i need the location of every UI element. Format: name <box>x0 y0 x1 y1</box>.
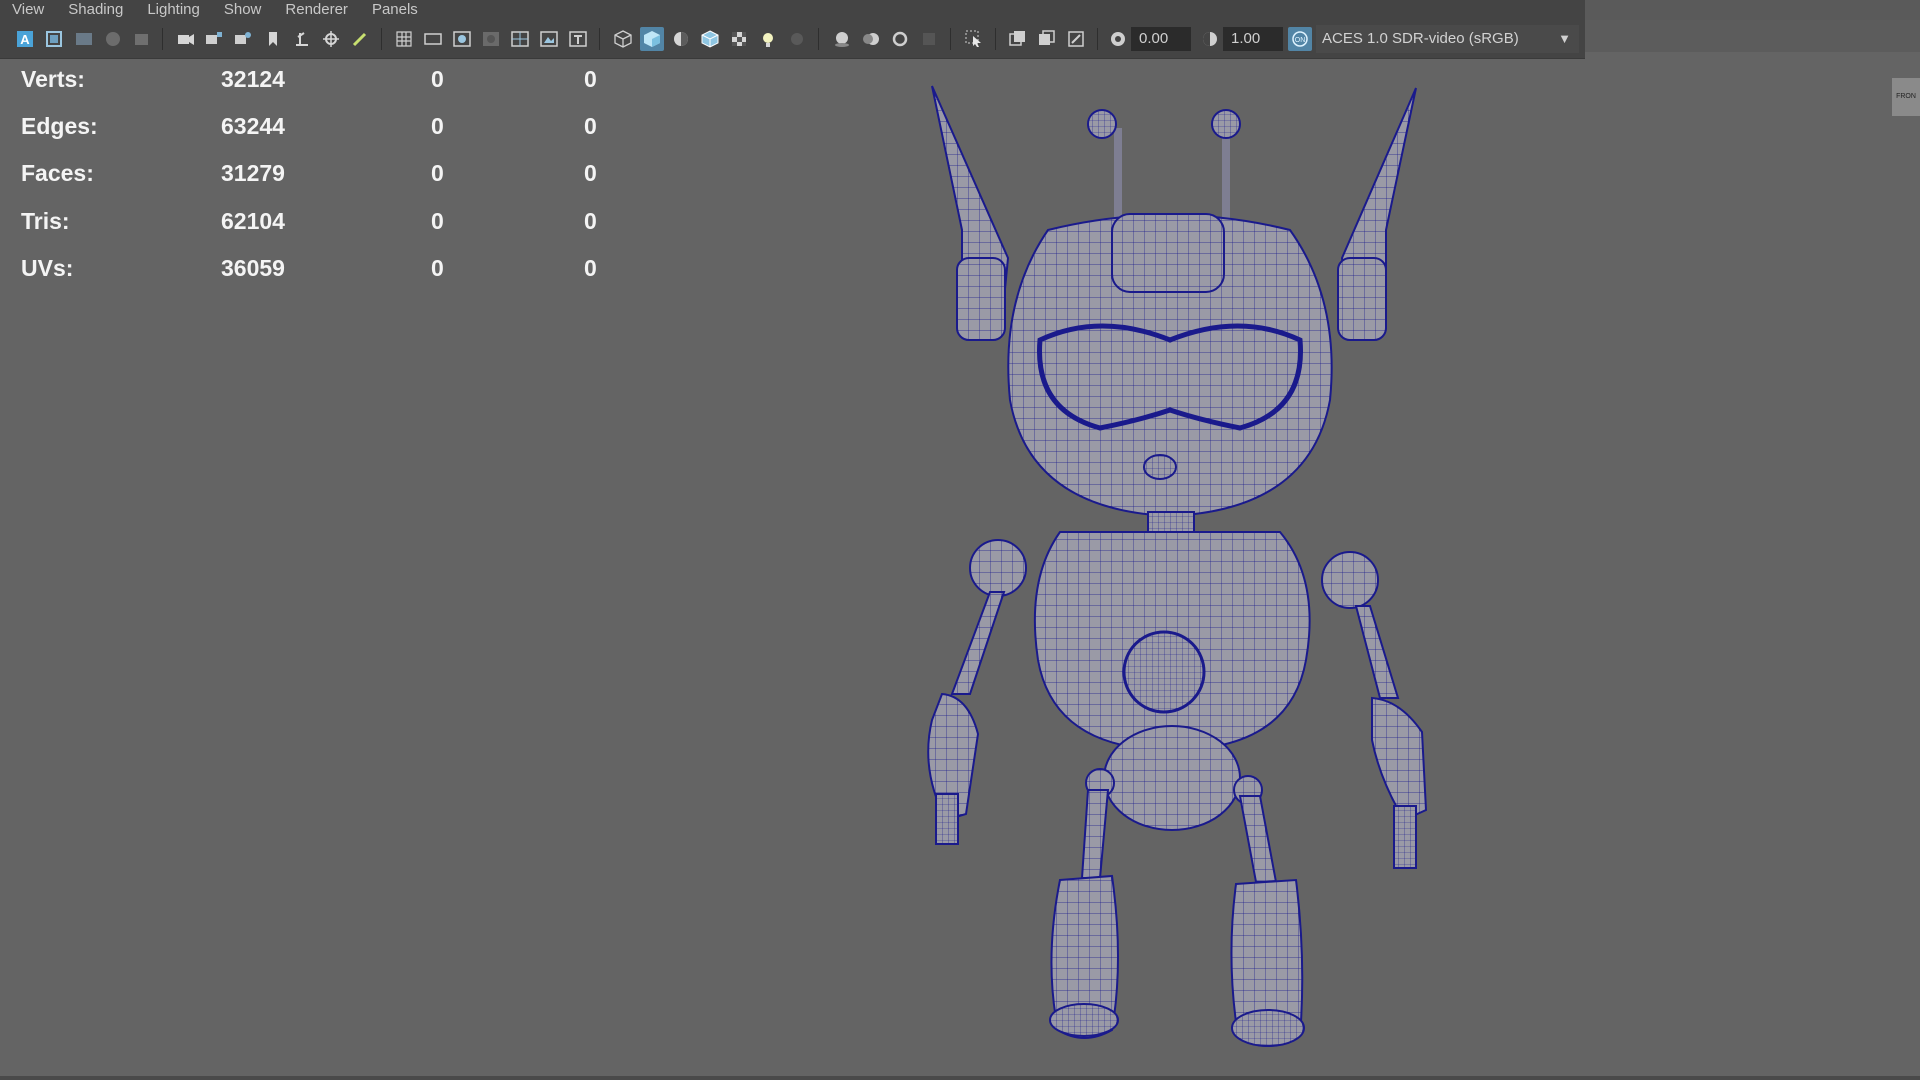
viewport-bottom-edge <box>0 1076 1920 1080</box>
robot-model[interactable] <box>0 0 1920 1080</box>
